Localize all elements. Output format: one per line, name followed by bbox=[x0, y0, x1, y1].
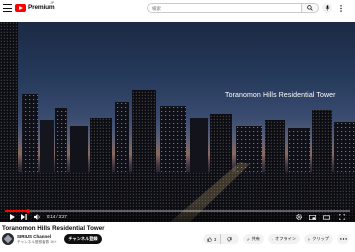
clip-label: クリップ bbox=[312, 236, 329, 241]
search-icon bbox=[307, 5, 313, 11]
like-button[interactable]: 3 bbox=[203, 234, 222, 244]
miniplayer-icon bbox=[309, 214, 316, 220]
search-input[interactable] bbox=[147, 3, 302, 13]
like-icon bbox=[207, 236, 212, 242]
offline-label: オフライン bbox=[275, 236, 296, 241]
share-button[interactable]: 共有 bbox=[243, 234, 264, 244]
youtube-logo-icon bbox=[15, 3, 26, 12]
progress-fill bbox=[5, 210, 29, 212]
video-frame bbox=[0, 22, 355, 222]
share-icon bbox=[247, 237, 250, 241]
settings-icon bbox=[296, 214, 302, 220]
like-dislike-group: 3 bbox=[203, 234, 239, 244]
play-icon bbox=[9, 214, 15, 220]
fullscreen-button[interactable] bbox=[337, 213, 346, 221]
more-horiz-icon bbox=[339, 238, 347, 240]
clip-icon bbox=[308, 237, 311, 241]
miniplayer-button[interactable] bbox=[308, 213, 317, 221]
video-title: Toranomon Hills Residential Tower bbox=[2, 225, 105, 232]
theater-icon bbox=[323, 214, 330, 220]
more-actions-button[interactable] bbox=[337, 234, 349, 244]
fullscreen-icon bbox=[338, 214, 345, 220]
download-icon bbox=[272, 238, 273, 240]
mic-icon bbox=[325, 5, 329, 11]
channel-avatar[interactable] bbox=[2, 233, 14, 245]
player-controls: 0:14 / 3:27 bbox=[0, 204, 355, 222]
dislike-button[interactable] bbox=[223, 234, 236, 244]
dislike-icon bbox=[227, 236, 233, 242]
volume-icon bbox=[34, 214, 40, 220]
channel-name[interactable]: SIRIUS Channel bbox=[17, 234, 51, 239]
video-player[interactable]: Toranomon Hills Residential Tower 0:14 /… bbox=[0, 22, 355, 222]
settings-button[interactable] bbox=[295, 213, 303, 221]
voice-search-button[interactable] bbox=[322, 3, 332, 13]
share-label: 共有 bbox=[251, 236, 260, 241]
next-button[interactable] bbox=[20, 213, 28, 221]
youtube-logo[interactable]: Premium bbox=[15, 3, 55, 12]
subscriber-count: チャンネル登録者数 1K+ bbox=[17, 240, 57, 244]
subscribe-button[interactable]: チャンネル登録 bbox=[64, 234, 102, 244]
volume-button[interactable] bbox=[33, 213, 42, 221]
like-count: 3 bbox=[214, 236, 217, 242]
progress-bar[interactable] bbox=[5, 208, 350, 213]
clip-button[interactable]: クリップ bbox=[304, 234, 333, 244]
masthead: Premium JP bbox=[0, 0, 355, 16]
scrubber-handle[interactable] bbox=[26, 208, 31, 213]
search-button[interactable] bbox=[302, 3, 319, 13]
offline-button[interactable]: オフライン bbox=[268, 234, 300, 244]
video-overlay-caption: Toranomon Hills Residential Tower bbox=[225, 92, 336, 99]
next-icon bbox=[21, 214, 27, 220]
more-vert-icon[interactable] bbox=[338, 3, 344, 13]
logo-text: Premium bbox=[28, 4, 55, 11]
menu-icon[interactable] bbox=[3, 4, 12, 12]
time-display: 0:14 / 3:27 bbox=[47, 214, 67, 219]
play-button[interactable] bbox=[8, 213, 16, 221]
country-code: JP bbox=[50, 1, 55, 5]
theater-button[interactable] bbox=[322, 213, 331, 221]
